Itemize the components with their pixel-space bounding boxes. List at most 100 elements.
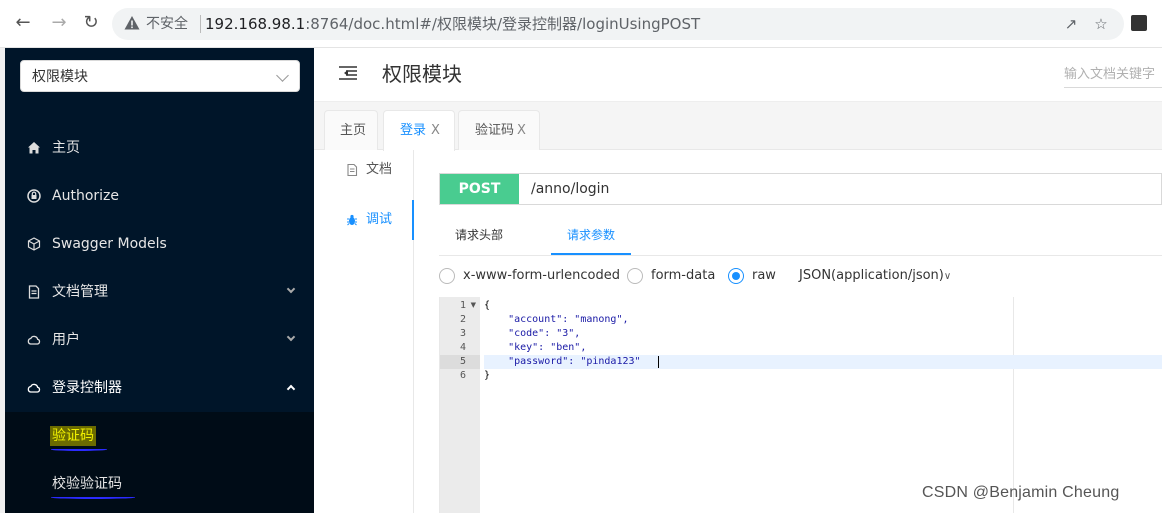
lock-icon (27, 189, 41, 203)
code-line: "key": "ben", (484, 342, 587, 353)
search-input[interactable] (1064, 62, 1162, 88)
radio-form-data[interactable] (627, 268, 643, 284)
doc-nav-debug[interactable]: 调试 (314, 200, 414, 240)
tab-login[interactable]: 登录 X (383, 110, 455, 151)
bookmark-star-icon[interactable]: ☆ (1092, 15, 1110, 33)
radio-label[interactable]: x-www-form-urlencoded (463, 267, 620, 285)
text-cursor (658, 356, 659, 368)
bug-icon (347, 214, 357, 226)
url-divider (200, 15, 201, 33)
sidebar-item-label: Swagger Models (52, 236, 167, 252)
browser-toolbar: ← → ↻ 不安全 192.168.98.1:8764/doc.html#/权限… (0, 0, 1162, 48)
line-number: 6 (459, 370, 466, 381)
content-type-dropdown[interactable]: JSON(application/json)∨ (799, 267, 951, 286)
code-line: "password": "pinda123" (484, 355, 1162, 369)
doc-nav-label: 调试 (366, 212, 393, 227)
radio-label[interactable]: form-data (651, 267, 715, 285)
request-sub-tabs: 请求头部 请求参数 (439, 218, 1162, 256)
sidebar-item-doc-manage[interactable]: 文档管理 (5, 272, 314, 312)
sidebar-item-authorize[interactable]: Authorize (5, 176, 314, 216)
tab-label: 验证码 (475, 123, 515, 138)
document-icon (28, 285, 40, 299)
tab-home[interactable]: 主页 (324, 110, 378, 150)
sidebar-subitem-captcha[interactable]: 验证码 (5, 416, 314, 456)
radio-urlencoded[interactable] (439, 268, 455, 284)
code-line: } (484, 370, 491, 381)
extension-icon[interactable] (1131, 15, 1147, 31)
sidebar-item-user[interactable]: 用户 (5, 320, 314, 360)
forward-arrow-icon[interactable]: → (48, 12, 70, 34)
chevron-down-icon (276, 69, 289, 82)
sidebar-item-label: 主页 (52, 140, 80, 156)
module-select[interactable]: 权限模块 (20, 60, 300, 92)
sidebar-subitem-label: 校验验证码 (52, 476, 122, 492)
sidebar-subitem-label: 验证码 (50, 426, 96, 446)
active-tab-indicator (551, 253, 631, 255)
url-path: :8764/doc.html#/权限模块/登录控制器/loginUsingPOS… (305, 15, 701, 33)
watermark: CSDN @Benjamin Cheung (922, 484, 1120, 501)
sidebar-item-swagger-models[interactable]: Swagger Models (5, 224, 314, 264)
tab-request-params[interactable]: 请求参数 (567, 226, 615, 244)
annotation-underline (51, 448, 107, 451)
chevron-down-icon (286, 284, 296, 294)
doc-nav-label: 文档 (366, 162, 393, 177)
url-text[interactable]: 192.168.98.1:8764/doc.html#/权限模块/登录控制器/l… (205, 14, 700, 34)
radio-label[interactable]: raw (752, 267, 776, 285)
home-icon (28, 142, 40, 154)
sidebar-item-home[interactable]: 主页 (5, 128, 314, 168)
sidebar-item-login-controller[interactable]: 登录控制器 (5, 368, 314, 408)
code-line: { (484, 300, 491, 311)
sidebar-subitem-verify-captcha[interactable]: 校验验证码 (5, 464, 314, 504)
body-type-radio-group: x-www-form-urlencoded form-data raw JSON… (439, 266, 1162, 288)
sidebar-item-label: 登录控制器 (52, 380, 122, 396)
request-path[interactable]: /anno/login (531, 180, 609, 198)
fold-arrow-icon[interactable]: ▼ (471, 301, 476, 309)
not-secure-label[interactable]: 不安全 (146, 14, 188, 34)
sidebar-item-label: 用户 (52, 332, 80, 348)
request-bar: POST /anno/login (439, 173, 1162, 205)
sidebar: 权限模块 主页 Authorize Swagger Models 文档管理 用户 (5, 48, 314, 513)
cloud-icon (27, 383, 41, 393)
tab-request-headers[interactable]: 请求头部 (455, 226, 503, 244)
warning-icon[interactable] (124, 15, 140, 31)
line-number: 2 (459, 314, 466, 325)
line-number: 3 (459, 328, 466, 339)
submenu-login-controller: 验证码 校验验证码 (5, 412, 314, 513)
chevron-down-icon (286, 332, 296, 342)
editor-gutter: 1 ▼ 2 3 4 5 6 (440, 297, 480, 513)
line-number: 4 (459, 342, 466, 353)
close-icon[interactable]: X (517, 121, 526, 141)
doc-nav-document[interactable]: 文档 (314, 150, 414, 190)
http-method-badge: POST (440, 174, 519, 204)
main-content: 权限模块 主页 登录 X 验证码 X 文档 调试 (314, 48, 1162, 513)
tab-label: 主页 (340, 123, 367, 138)
reload-icon[interactable]: ↻ (80, 12, 102, 34)
chevron-up-icon (286, 384, 296, 394)
module-select-value: 权限模块 (32, 69, 88, 85)
tabs-bar: 主页 登录 X 验证码 X (314, 102, 1162, 151)
sidebar-item-label: Authorize (52, 188, 119, 204)
header: 权限模块 (314, 48, 1162, 102)
address-bar[interactable]: 不安全 192.168.98.1:8764/doc.html#/权限模块/登录控… (112, 8, 1124, 40)
tab-label: 登录 (400, 123, 427, 138)
code-line: "account": "manong", (484, 314, 629, 325)
code-editor[interactable]: 1 ▼ 2 3 4 5 6 { "account": "manong", "co… (439, 297, 1162, 513)
document-icon (347, 164, 358, 176)
doc-nav: 文档 调试 (314, 150, 414, 513)
radio-raw[interactable] (728, 268, 744, 284)
cloud-icon (27, 335, 41, 345)
code-line: "code": "3", (484, 328, 581, 339)
menu-fold-icon[interactable] (339, 66, 357, 80)
sidebar-item-label: 文档管理 (52, 284, 108, 300)
share-icon[interactable]: ↗ (1062, 15, 1080, 33)
line-number: 5 (440, 355, 480, 369)
chevron-down-icon: ∨ (943, 271, 952, 282)
annotation-underline (51, 496, 135, 499)
url-host: 192.168.98.1 (205, 15, 306, 33)
content-type-value: JSON(application/json) (799, 268, 944, 283)
close-icon[interactable]: X (431, 121, 440, 141)
cube-icon (27, 237, 41, 251)
page-title: 权限模块 (382, 62, 462, 86)
tab-captcha[interactable]: 验证码 X (458, 110, 540, 150)
back-arrow-icon[interactable]: ← (12, 12, 34, 34)
